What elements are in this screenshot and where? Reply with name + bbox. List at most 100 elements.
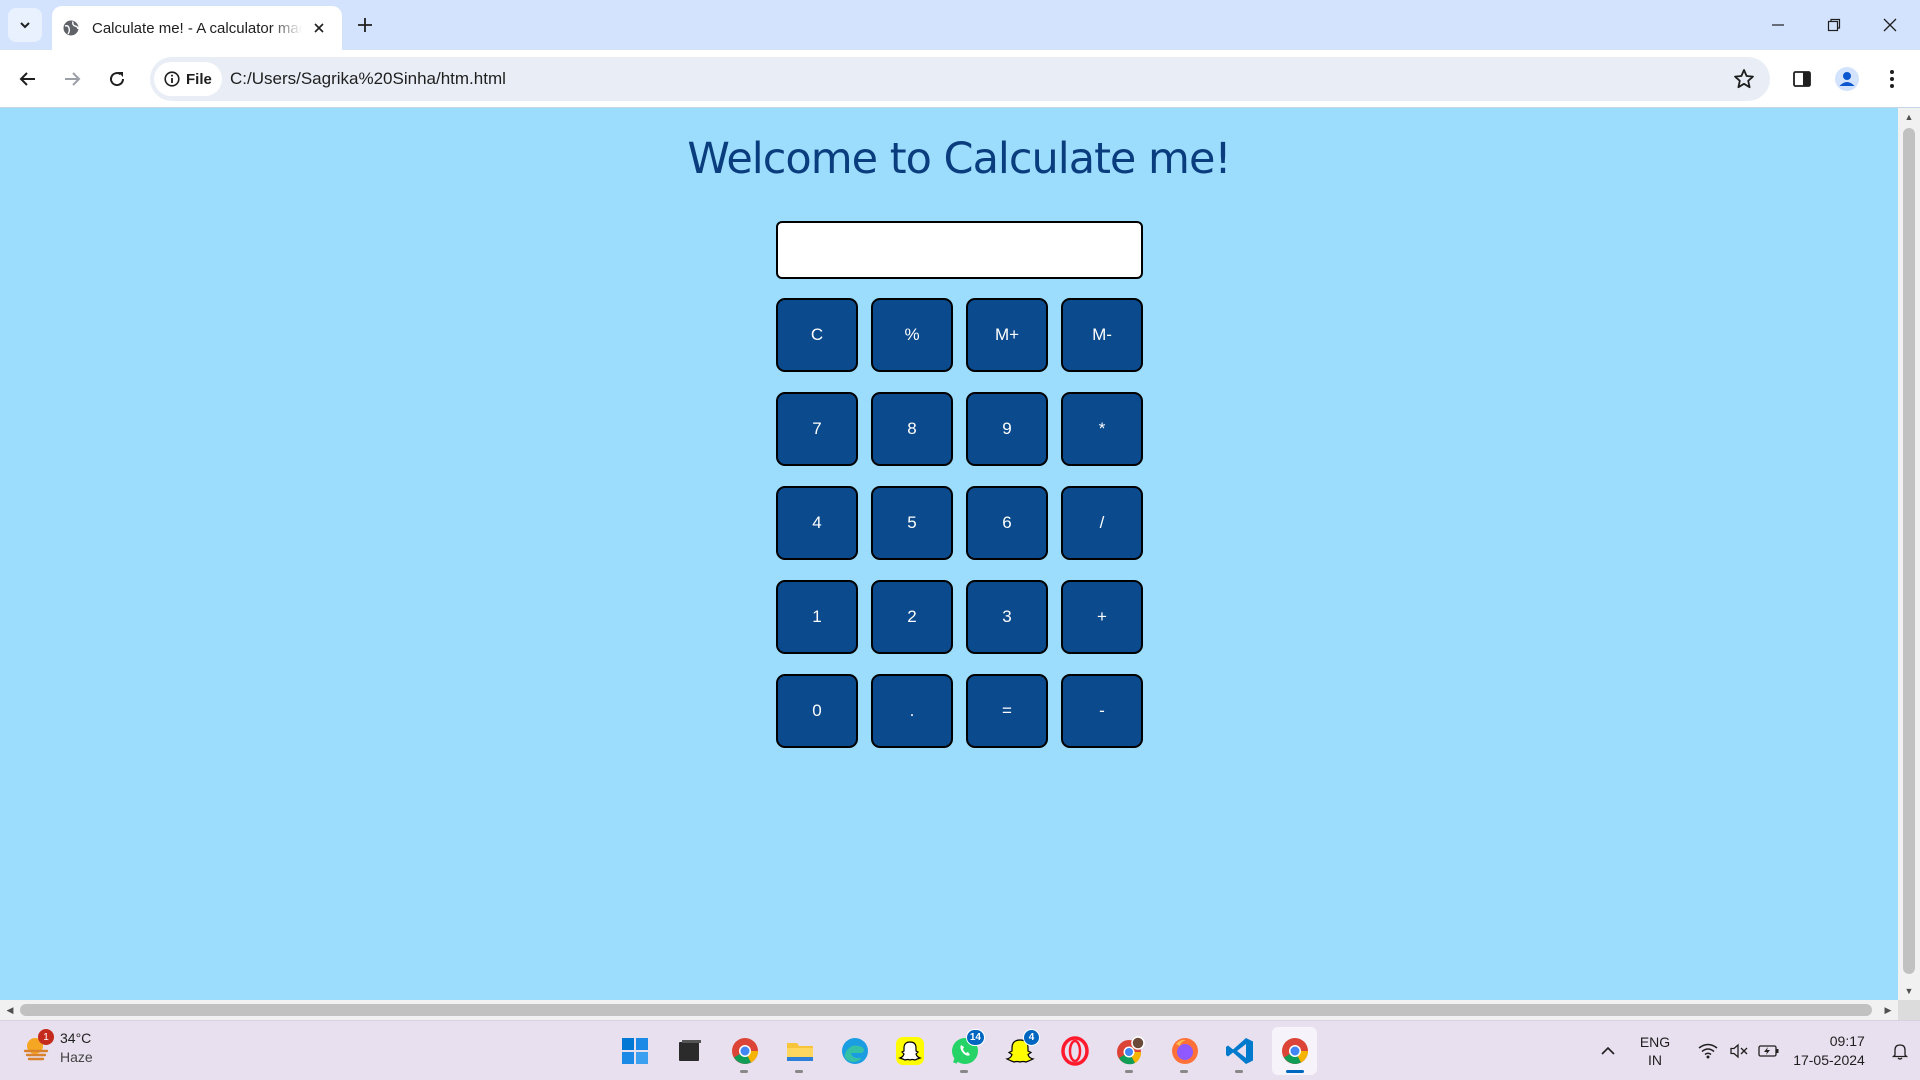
key-6[interactable]: 6	[966, 486, 1048, 560]
key-memory-minus[interactable]: M-	[1061, 298, 1143, 372]
weather-temperature: 34°C	[60, 1030, 92, 1046]
tab-strip: Calculate me! - A calculator made	[0, 0, 1920, 50]
file-explorer-icon	[786, 1043, 813, 1061]
clock-time: 09:17	[1829, 1033, 1865, 1049]
weather-condition: Haze	[60, 1049, 93, 1065]
key-clear[interactable]: C	[776, 298, 858, 372]
notifications-bell-icon[interactable]	[1880, 1042, 1920, 1060]
start-button[interactable]	[612, 1027, 657, 1075]
running-indicator	[960, 1070, 968, 1073]
key-equals[interactable]: =	[966, 674, 1048, 748]
key-memory-plus[interactable]: M+	[966, 298, 1048, 372]
key-2[interactable]: 2	[871, 580, 953, 654]
key-1[interactable]: 1	[776, 580, 858, 654]
clock-date: 17-05-2024	[1793, 1052, 1865, 1068]
taskbar-whatsapp[interactable]: 14	[942, 1027, 987, 1075]
taskbar: 1 34°C Haze 14 4 ENG IN 09:17 17-05-2024	[0, 1020, 1920, 1080]
close-window-button[interactable]	[1862, 0, 1918, 50]
language-region: IN	[1648, 1052, 1662, 1068]
taskbar-snapchat[interactable]	[887, 1027, 932, 1075]
horizontal-scroll-thumb[interactable]	[20, 1004, 1872, 1016]
key-3[interactable]: 3	[966, 580, 1048, 654]
vscode-icon	[1225, 1038, 1253, 1064]
tab-title: Calculate me! - A calculator made	[92, 19, 302, 37]
key-0[interactable]: 0	[776, 674, 858, 748]
page-viewport: Welcome to Calculate me! C % M+ M- 7 8 9…	[0, 108, 1898, 1000]
key-7[interactable]: 7	[776, 392, 858, 466]
url-text[interactable]: C:/Users/Sagrika%20Sinha/htm.html	[230, 69, 506, 89]
taskbar-edge[interactable]	[832, 1027, 877, 1075]
new-tab-button[interactable]	[352, 12, 378, 38]
chrome-icon	[731, 1038, 758, 1064]
scroll-left-icon[interactable]: ◀	[0, 1001, 20, 1019]
globe-icon	[62, 19, 80, 37]
menu-button[interactable]	[1876, 63, 1908, 95]
avatar-icon	[1835, 67, 1859, 91]
calculator-display[interactable]	[776, 221, 1143, 279]
taskbar-opera[interactable]	[1052, 1027, 1097, 1075]
reload-button[interactable]	[101, 63, 133, 95]
key-add[interactable]: +	[1061, 580, 1143, 654]
chrome-active-icon	[1281, 1038, 1308, 1064]
site-info-chip[interactable]: File	[154, 62, 222, 96]
key-8[interactable]: 8	[871, 392, 953, 466]
taskbar-file-explorer[interactable]	[777, 1027, 822, 1075]
firefox-icon	[1171, 1038, 1198, 1064]
key-decimal[interactable]: .	[871, 674, 953, 748]
key-4[interactable]: 4	[776, 486, 858, 560]
horizontal-scrollbar[interactable]: ◀ ▶	[0, 1000, 1898, 1020]
address-bar[interactable]: File C:/Users/Sagrika%20Sinha/htm.html	[150, 57, 1770, 101]
taskbar-chrome-profile[interactable]	[1107, 1027, 1152, 1075]
tab-search-button[interactable]	[8, 8, 42, 42]
scroll-down-icon[interactable]: ▼	[1898, 982, 1920, 1000]
reload-icon	[110, 72, 125, 87]
close-icon	[1883, 18, 1897, 32]
taskbar-snapchat-alt[interactable]: 4	[997, 1027, 1042, 1075]
taskbar-chrome[interactable]	[722, 1027, 767, 1075]
vertical-scroll-thumb[interactable]	[1903, 128, 1915, 974]
restore-icon	[1827, 18, 1841, 32]
clock[interactable]: 09:17 17-05-2024	[1784, 1032, 1874, 1070]
minimize-button[interactable]	[1750, 0, 1806, 50]
arrow-right-icon	[65, 72, 81, 86]
chrome-profile-icon	[1116, 1036, 1145, 1065]
battery-charging-icon[interactable]	[1754, 1044, 1784, 1058]
wifi-icon[interactable]	[1692, 1043, 1724, 1059]
tab-close-icon[interactable]	[308, 17, 330, 39]
chevron-down-icon	[20, 22, 30, 29]
vertical-scrollbar[interactable]: ▲ ▼	[1898, 108, 1920, 1000]
forward-button[interactable]	[56, 63, 88, 95]
arrow-left-icon	[19, 72, 35, 86]
key-subtract[interactable]: -	[1061, 674, 1143, 748]
side-panel-button[interactable]	[1786, 63, 1818, 95]
key-divide[interactable]: /	[1061, 486, 1143, 560]
snapchat-icon	[895, 1037, 924, 1065]
plus-icon	[358, 18, 372, 32]
opera-icon	[1060, 1036, 1089, 1066]
key-9[interactable]: 9	[966, 392, 1048, 466]
taskbar-vscode[interactable]	[1217, 1027, 1262, 1075]
back-button[interactable]	[12, 63, 44, 95]
taskbar-chrome-active[interactable]	[1272, 1027, 1317, 1075]
language-indicator[interactable]: ENG IN	[1630, 1033, 1680, 1069]
browser-tab[interactable]: Calculate me! - A calculator made	[52, 6, 342, 50]
task-view-button[interactable]	[667, 1027, 712, 1075]
restore-button[interactable]	[1806, 0, 1862, 50]
scrollbar-corner	[1898, 1000, 1920, 1020]
profile-button[interactable]	[1831, 63, 1863, 95]
volume-muted-icon[interactable]	[1724, 1043, 1754, 1059]
bookmark-star-icon[interactable]	[1732, 67, 1756, 91]
weather-widget[interactable]: 1 34°C Haze	[22, 1029, 93, 1067]
key-5[interactable]: 5	[871, 486, 953, 560]
minimize-icon	[1772, 24, 1784, 26]
windows-start-icon	[621, 1038, 648, 1064]
scroll-up-icon[interactable]: ▲	[1898, 108, 1920, 126]
key-percent[interactable]: %	[871, 298, 953, 372]
running-indicator	[1235, 1070, 1243, 1073]
scroll-right-icon[interactable]: ▶	[1878, 1001, 1898, 1019]
show-hidden-icons-button[interactable]	[1586, 1046, 1630, 1056]
side-panel-icon	[1793, 71, 1811, 87]
page-title: Welcome to Calculate me!	[687, 134, 1231, 184]
taskbar-firefox[interactable]	[1162, 1027, 1207, 1075]
key-multiply[interactable]: *	[1061, 392, 1143, 466]
